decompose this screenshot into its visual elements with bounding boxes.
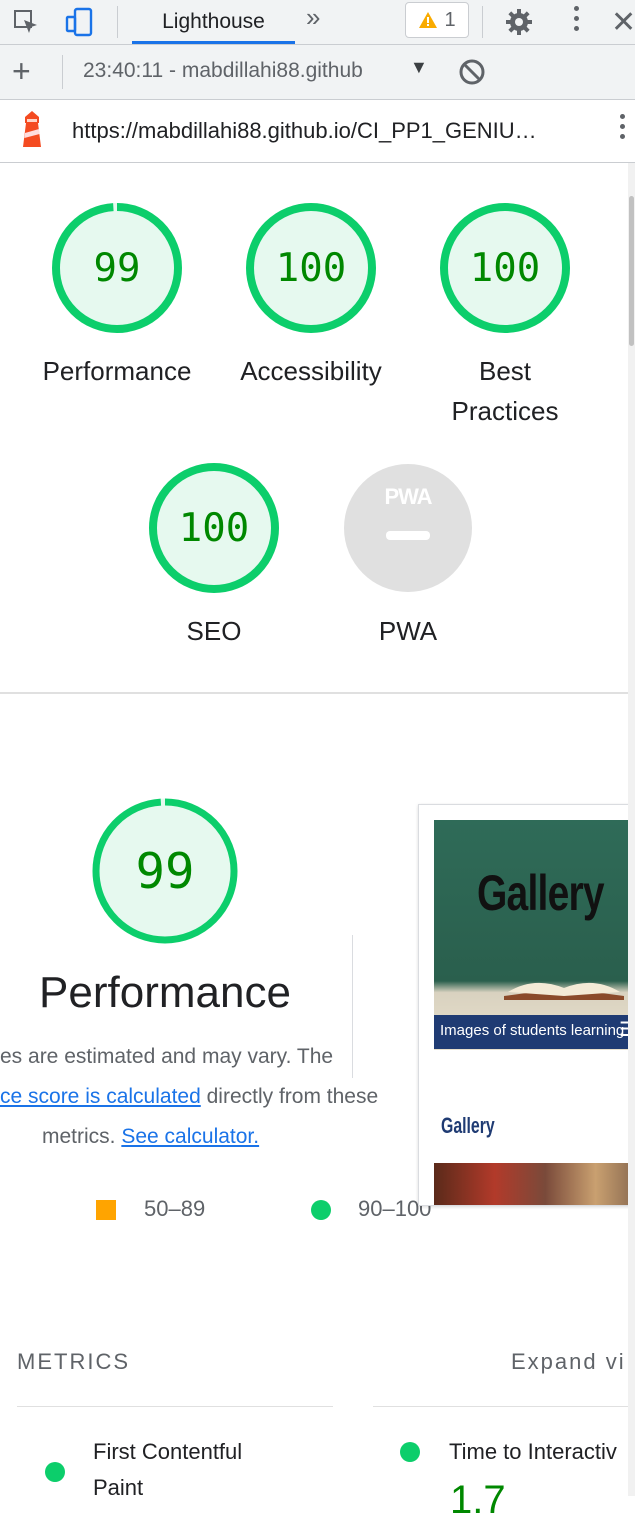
average-legend-icon	[96, 1200, 116, 1220]
perf-description-line3: metrics. See calculator.	[42, 1125, 259, 1149]
gauge-label-accessibility: Accessibility	[240, 356, 382, 386]
accessibility-gauge[interactable]: 100	[245, 202, 377, 334]
report-menu-icon[interactable]	[619, 114, 625, 139]
perf-description-text: metrics.	[42, 1125, 122, 1148]
seo-gauge[interactable]: 100	[148, 462, 280, 594]
metric-divider	[17, 1406, 333, 1407]
see-calculator-link[interactable]: See calculator.	[121, 1125, 259, 1148]
clear-reports-icon[interactable]	[454, 54, 490, 90]
book-image-icon	[504, 982, 624, 1000]
pass-indicator-icon	[400, 1442, 420, 1462]
toolbar-separator	[62, 55, 63, 89]
score-calculation-link[interactable]: ce score is calculated	[0, 1085, 201, 1108]
screenshot-hero-title: Gallery	[477, 865, 605, 921]
warning-icon	[419, 12, 438, 28]
report-selector-bar: + 23:40:11 - mabdillahi88.github ▼	[0, 45, 635, 100]
metrics-heading: METRICS	[17, 1349, 130, 1374]
metric-divider	[373, 1406, 635, 1407]
warnings-button[interactable]: 1	[405, 2, 469, 38]
toolbar-separator	[117, 6, 118, 38]
metric-title-line: Paint	[93, 1475, 144, 1500]
warning-count: 1	[444, 8, 456, 31]
close-icon[interactable]: ✕	[611, 4, 635, 40]
expand-view-toggle[interactable]: Expand vi	[511, 1349, 626, 1375]
lighthouse-logo-icon	[14, 111, 50, 148]
screenshot-caption: Images of students learning	[440, 1022, 625, 1039]
scrollbar-track[interactable]	[628, 163, 635, 1496]
gauge-label-line: Best	[478, 356, 532, 386]
pass-indicator-icon	[45, 1462, 65, 1482]
gauge-score: 100	[275, 245, 347, 291]
metric-title-fcp: First Contentful Paint	[93, 1434, 242, 1506]
pass-legend-icon	[311, 1200, 331, 1220]
gear-icon[interactable]	[501, 4, 537, 40]
screenshot-caption-bar: Images of students learning ☰	[434, 1015, 635, 1049]
report-url[interactable]: https://mabdillahi88.github.io/CI_PP1_GE…	[72, 118, 537, 144]
toolbar-separator	[482, 6, 483, 38]
gauge-label-line: Practices	[451, 396, 559, 426]
best-practices-gauge[interactable]: 100	[439, 202, 571, 334]
performance-gauge[interactable]: 99	[51, 202, 183, 334]
final-screenshot[interactable]: Gallery Images of students learning ☰ Ga…	[418, 804, 635, 1206]
pwa-badge-text: PWA	[384, 484, 432, 509]
screenshot-subheading: Gallery	[441, 1113, 495, 1138]
metric-title-tti: Time to Interactiv	[449, 1439, 617, 1464]
metric-title-line: First Contentful	[93, 1439, 243, 1464]
performance-large-gauge: 99	[91, 797, 239, 945]
screenshot-second-image	[434, 1163, 635, 1205]
perf-description-text: directly from these	[200, 1085, 379, 1108]
gauge-score: 100	[469, 245, 541, 291]
active-tab-indicator	[132, 41, 295, 44]
gauge-score: 99	[135, 842, 195, 900]
gauge-label-seo: SEO	[186, 616, 242, 646]
section-separator	[352, 935, 353, 1078]
device-toolbar-icon[interactable]	[62, 4, 98, 40]
metric-value-tti: 1.7	[450, 1478, 506, 1522]
gauge-score: 99	[93, 245, 141, 291]
report-selector[interactable]: 23:40:11 - mabdillahi88.github	[83, 59, 363, 83]
dropdown-arrow-icon[interactable]: ▼	[410, 57, 428, 78]
perf-description-line2: ce score is calculated directly from the…	[0, 1085, 378, 1109]
tab-lighthouse[interactable]: Lighthouse	[132, 0, 295, 44]
gauge-label-performance: Performance	[42, 356, 192, 386]
section-divider	[0, 692, 630, 694]
chevron-double-right-icon[interactable]: »	[306, 2, 320, 33]
new-report-button[interactable]: +	[12, 53, 31, 89]
inspect-element-icon[interactable]	[8, 4, 44, 40]
gauge-label-pwa: PWA	[378, 616, 438, 646]
pwa-badge-icon	[344, 464, 472, 592]
perf-description-line1: es are estimated and may vary. The	[0, 1045, 334, 1068]
more-options-icon[interactable]	[573, 6, 579, 31]
legend-average: 50–89	[144, 1196, 206, 1221]
pwa-gauge[interactable]: PWA –	[342, 462, 474, 594]
scrollbar-thumb[interactable]	[629, 196, 634, 346]
gauge-score: 100	[178, 505, 250, 551]
devtools-tab-bar: Lighthouse » 1 ✕	[0, 0, 635, 45]
report-url-bar: https://mabdillahi88.github.io/CI_PP1_GE…	[0, 100, 635, 163]
gauge-label-best-practices: Best Practices	[405, 351, 605, 431]
category-title: Performance	[39, 968, 291, 1017]
